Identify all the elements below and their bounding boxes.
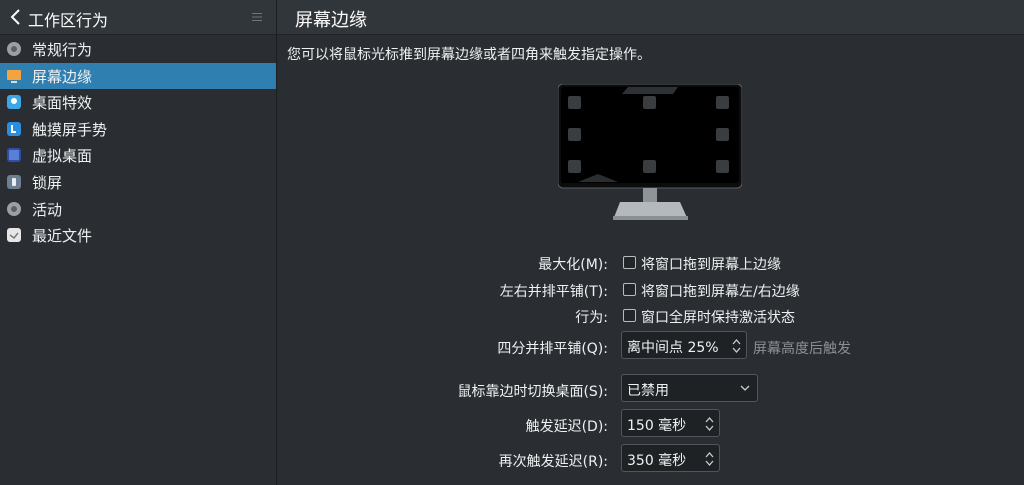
maximize-checkbox-label[interactable]: 将窗口拖到屏幕上边缘 [641, 254, 781, 274]
tile-checkbox-label[interactable]: 将窗口拖到屏幕左/右边缘 [641, 281, 800, 301]
switch-desktop-dropdown[interactable]: 已禁用 [621, 374, 758, 402]
sidebar-item-screen-edges[interactable]: 屏幕边缘 [0, 62, 276, 90]
retrigger-delay-label: 再次触发延迟(R): [498, 454, 608, 470]
spin-arrows-icon[interactable] [705, 451, 714, 467]
sidebar-item-virtual-desktops[interactable]: 虚拟桌面 [0, 142, 276, 169]
sidebar-item-label: 活动 [32, 200, 63, 219]
edge-left[interactable] [568, 128, 581, 141]
sidebar-item-screen-lock[interactable]: 锁屏 [0, 169, 276, 196]
sidebar-item-label: 常规行为 [32, 41, 93, 59]
quarter-tiling-suffix: 屏幕高度后触发 [753, 341, 851, 357]
sidebar-item-label: 桌面特效 [32, 94, 93, 113]
spin-arrows-icon[interactable] [705, 416, 714, 432]
main-panel: 屏幕边缘 您可以将鼠标光标推到屏幕边缘或者四角来触发指定操作。 最大化(M): … [277, 0, 1024, 485]
behavior-label: 行为: [575, 310, 608, 326]
trigger-delay-value: 150 毫秒 [627, 418, 687, 434]
tile-checkbox[interactable] [623, 283, 636, 296]
edge-right[interactable] [716, 128, 729, 141]
quarter-tiling-value: 离中间点 25% [627, 340, 719, 356]
edge-top-right[interactable] [716, 96, 729, 109]
edge-bottom[interactable] [643, 160, 656, 173]
sidebar-item-touchscreen-gestures[interactable]: 触摸屏手势 [0, 116, 276, 143]
edge-bottom-right[interactable] [716, 160, 729, 173]
screen-lock-icon [7, 174, 21, 189]
trigger-delay-label: 触发延迟(D): [525, 419, 608, 435]
sidebar-item-label: 触摸屏手势 [32, 120, 108, 139]
switch-desktop-value: 已禁用 [627, 383, 669, 399]
sidebar-item-label: 屏幕边缘 [32, 67, 93, 86]
desktop-effects-icon [7, 95, 21, 110]
maximize-checkbox[interactable] [623, 256, 636, 269]
behavior-checkbox[interactable] [623, 309, 636, 322]
behavior-checkbox-label[interactable]: 窗口全屏时保持激活状态 [641, 307, 795, 327]
edge-top[interactable] [643, 96, 656, 109]
sidebar-item-desktop-effects[interactable]: 桌面特效 [0, 89, 276, 116]
hamburger-menu-icon[interactable] [252, 12, 262, 22]
trigger-delay-spinbox[interactable]: 150 毫秒 [621, 409, 720, 437]
general-behavior-icon [7, 42, 21, 56]
edge-top-left[interactable] [568, 96, 581, 109]
quarter-tiling-spinbox[interactable]: 离中间点 25% [621, 331, 747, 359]
tile-label: 左右并排平铺(T): [499, 284, 608, 300]
sidebar-list: 常规行为 屏幕边缘 桌面特效 触摸屏手势 虚拟桌面 锁屏 活动 最近文件 [0, 36, 276, 249]
page-description: 您可以将鼠标光标推到屏幕边缘或者四角来触发指定操作。 [287, 47, 651, 63]
touchscreen-gestures-icon [7, 121, 21, 136]
switch-desktop-label: 鼠标靠边时切换桌面(S): [457, 384, 608, 400]
edge-bottom-left[interactable] [568, 160, 581, 173]
sidebar: 工作区行为 常规行为 屏幕边缘 桌面特效 触摸屏手势 虚拟桌面 锁屏 活动 最近… [0, 0, 276, 485]
sidebar-item-label: 虚拟桌面 [32, 147, 93, 166]
maximize-label: 最大化(M): [538, 257, 608, 273]
page-title: 屏幕边缘 [295, 10, 367, 31]
screen-edges-icon [7, 69, 21, 83]
retrigger-delay-value: 350 毫秒 [627, 453, 687, 469]
activities-icon [7, 201, 21, 216]
sidebar-item-label: 最近文件 [32, 227, 93, 246]
sidebar-title: 工作区行为 [28, 11, 109, 30]
sidebar-item-recent-files[interactable]: 最近文件 [0, 222, 276, 249]
quarter-tiling-label: 四分并排平铺(Q): [497, 341, 608, 357]
main-header: 屏幕边缘 [277, 0, 1024, 35]
back-arrow-icon[interactable] [8, 8, 24, 26]
monitor-preview [558, 84, 742, 220]
sidebar-item-activities[interactable]: 活动 [0, 196, 276, 223]
sidebar-item-general-behavior[interactable]: 常规行为 [0, 36, 276, 63]
spin-arrows-icon[interactable] [732, 338, 741, 354]
chevron-down-icon [740, 385, 750, 391]
retrigger-delay-spinbox[interactable]: 350 毫秒 [621, 444, 720, 472]
sidebar-header: 工作区行为 [0, 0, 276, 35]
sidebar-item-label: 锁屏 [32, 173, 63, 192]
recent-files-icon [7, 228, 21, 243]
virtual-desktops-icon [7, 148, 21, 163]
